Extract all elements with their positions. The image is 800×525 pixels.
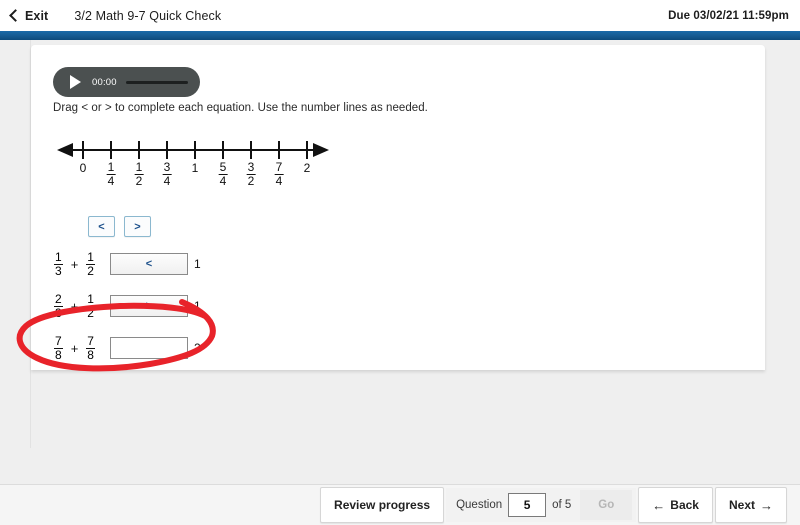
next-button[interactable]: Next →	[714, 487, 787, 523]
audio-player[interactable]: 00:00	[53, 67, 200, 97]
equation-operator: +	[70, 256, 79, 272]
token-greater-than[interactable]: >	[124, 216, 151, 237]
question-card: 00:00 Drag < or > to complete each equat…	[31, 45, 765, 370]
fraction-denominator: 2	[86, 305, 95, 320]
number-line-tick-label: 2	[303, 161, 311, 175]
equation-compare-value: 1	[193, 257, 201, 271]
equation-operator: +	[70, 340, 79, 356]
fraction-numerator: 5	[219, 160, 227, 174]
fraction-numerator: 7	[87, 333, 94, 348]
number-line-tick-label: 54	[218, 160, 228, 188]
left-gutter	[0, 40, 31, 448]
question-total-label: of 5	[552, 499, 572, 511]
equation-right-fraction: 1 2	[86, 251, 95, 277]
question-number-input[interactable]	[508, 493, 547, 517]
fraction-numerator: 1	[55, 249, 62, 264]
exit-button-label: Exit	[25, 8, 49, 23]
header-accent-bar	[0, 31, 800, 40]
answer-dropzone[interactable]: >	[109, 295, 188, 317]
fraction-numerator: 7	[275, 160, 283, 174]
go-button[interactable]: Go	[580, 490, 633, 520]
fraction-denominator: 4	[162, 173, 172, 188]
fraction-denominator: 8	[86, 347, 95, 362]
fraction-numerator: 1	[135, 160, 143, 174]
next-button-label: Next	[728, 498, 755, 512]
back-button-label: Back	[670, 498, 699, 512]
fraction-numerator: 1	[107, 160, 115, 174]
tick-fraction: 74	[274, 160, 284, 188]
equation-compare-value: 2	[193, 341, 201, 355]
tick-fraction: 54	[218, 160, 228, 188]
number-line: 014123415432742	[53, 135, 353, 195]
content-area: 00:00 Drag < or > to complete each equat…	[0, 40, 800, 484]
fraction-numerator: 1	[87, 291, 94, 306]
fraction-numerator: 3	[247, 160, 255, 174]
exit-button[interactable]: Exit	[9, 8, 49, 23]
fraction-numerator: 7	[55, 333, 62, 348]
fraction-denominator: 2	[86, 263, 95, 278]
chevron-left-icon	[9, 9, 22, 22]
fraction-denominator: 3	[54, 305, 63, 320]
equation-row: 7 8 + 7 8 2	[53, 327, 201, 369]
equation-left-fraction: 2 3	[54, 293, 63, 319]
audio-progress-bar[interactable]	[125, 80, 188, 84]
answer-dropzone[interactable]	[109, 337, 188, 359]
answer-dropzone[interactable]: <	[109, 253, 188, 275]
number-line-tick-label: 1	[191, 161, 199, 175]
equation-row: 1 3 + 1 2 < 1	[53, 243, 201, 285]
equation-list: 1 3 + 1 2 < 1 2 3 + 1 2 > 1 7 8 + 7 8 2	[53, 243, 201, 369]
assignment-title: 3/2 Math 9-7 Quick Check	[74, 8, 222, 23]
operator-token-tray: < >	[88, 216, 151, 237]
fraction-denominator: 4	[218, 173, 228, 188]
equation-compare-value: 1	[193, 299, 201, 313]
question-instructions: Drag < or > to complete each equation. U…	[53, 102, 428, 114]
equation-left-fraction: 7 8	[54, 335, 63, 361]
back-button[interactable]: ← Back	[638, 487, 713, 523]
fraction-denominator: 4	[106, 173, 116, 188]
audio-time-label: 00:00	[92, 76, 117, 88]
fraction-denominator: 4	[274, 173, 284, 188]
number-line-tick-label: 14	[106, 160, 116, 188]
number-line-labels: 014123415432742	[53, 161, 353, 201]
number-line-tick-label: 0	[79, 161, 87, 175]
fraction-numerator: 3	[163, 160, 171, 174]
equation-operator: +	[70, 298, 79, 314]
app-header: Exit 3/2 Math 9-7 Quick Check Due 03/02/…	[0, 0, 800, 31]
fraction-denominator: 2	[246, 173, 256, 188]
equation-row: 2 3 + 1 2 > 1	[53, 285, 201, 327]
equation-left-fraction: 1 3	[54, 251, 63, 277]
fraction-numerator: 2	[55, 291, 62, 306]
number-line-tick-label: 12	[134, 160, 144, 188]
number-line-tick-label: 74	[274, 160, 284, 188]
equation-right-fraction: 1 2	[86, 293, 95, 319]
tick-fraction: 14	[106, 160, 116, 188]
question-navigator: Question of 5 Go	[446, 488, 637, 522]
question-nav-label: Question	[456, 499, 503, 511]
tick-fraction: 34	[162, 160, 172, 188]
number-line-tick-label: 32	[246, 160, 256, 188]
fraction-denominator: 2	[134, 173, 144, 188]
due-date-label: Due 03/02/21 11:59pm	[668, 9, 789, 22]
review-progress-button[interactable]: Review progress	[320, 487, 445, 523]
fraction-denominator: 8	[54, 347, 63, 362]
fraction-denominator: 3	[54, 263, 63, 278]
equation-right-fraction: 7 8	[86, 335, 95, 361]
tick-fraction: 32	[246, 160, 256, 188]
number-line-tick-label: 34	[162, 160, 172, 188]
arrow-right-icon: →	[760, 497, 773, 513]
arrow-left-icon: ←	[652, 497, 666, 513]
bottom-toolbar: Review progress Question of 5 Go ← Back …	[0, 484, 800, 525]
token-less-than[interactable]: <	[88, 216, 115, 237]
fraction-numerator: 1	[87, 249, 94, 264]
play-icon[interactable]	[70, 75, 81, 89]
tick-fraction: 12	[134, 160, 144, 188]
